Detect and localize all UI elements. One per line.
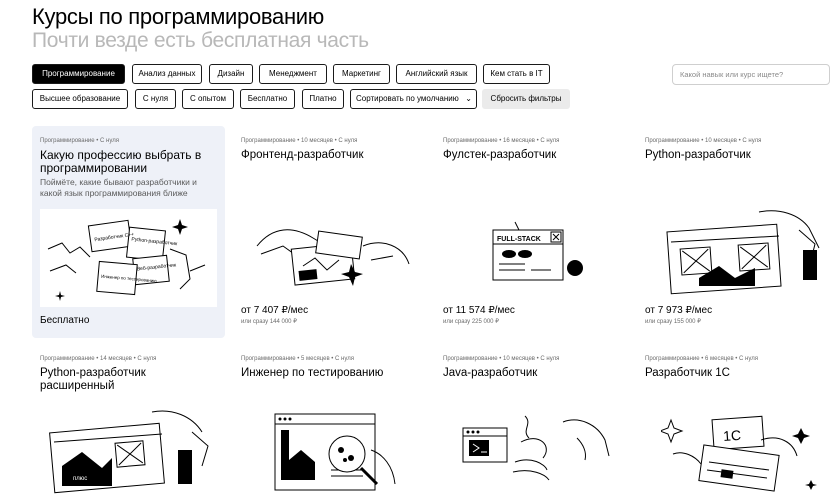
course-price: от 7 407 ₽/мес <box>241 305 309 316</box>
course-card-frontend[interactable]: Программирование • 10 месяцев • С нуля Ф… <box>233 126 426 338</box>
course-price: от 7 973 ₽/мес <box>645 305 713 316</box>
course-card-java[interactable]: Программирование • 10 месяцев • С нуля J… <box>435 344 628 494</box>
course-title: Python-разработчик расширенный <box>40 367 146 392</box>
course-title: Разработчик 1С <box>645 367 730 379</box>
filter-chip-programming[interactable]: Программирование <box>32 64 125 84</box>
filter-chip-paid[interactable]: Платно <box>302 89 344 109</box>
hands-with-screen-illustration <box>659 208 825 300</box>
hands-with-notes-illustration: Разработчик C++ Python-разработчик Веб-р… <box>40 209 217 307</box>
course-price: от 11 574 ₽/мес <box>443 305 515 316</box>
filter-chip-experienced[interactable]: С опытом <box>182 89 234 109</box>
one-c-illustration: 1C <box>658 410 821 494</box>
magnifier-bug-illustration <box>271 410 401 494</box>
fullstack-label: FULL-STACK <box>497 236 541 243</box>
course-card-qa-engineer[interactable]: Программирование • 5 месяцев • С нуля Ин… <box>233 344 426 494</box>
course-price-full: или сразу 144 000 ₽ <box>241 319 298 325</box>
course-meta: Программирование • 5 месяцев • С нуля <box>241 356 354 362</box>
chevron-down-icon: ⌄ <box>465 94 472 103</box>
filter-chip-management[interactable]: Менеджмент <box>259 64 327 84</box>
page-subtitle: Почти везде есть бесплатная часть <box>32 29 369 52</box>
one-c-label: 1C <box>723 427 742 444</box>
hands-with-cards-illustration <box>253 216 413 296</box>
course-card-python[interactable]: Программирование • 10 месяцев • С нуля P… <box>637 126 830 338</box>
course-title: Инженер по тестированию <box>241 367 384 379</box>
sort-dropdown-label: Сортировать по умолчанию <box>356 94 459 103</box>
reset-filters-button[interactable]: Сбросить фильтры <box>482 89 570 109</box>
course-meta: Программирование • С нуля <box>40 138 119 144</box>
fullstack-window-illustration: FULL-STACK <box>485 218 585 290</box>
filter-chip-career-it[interactable]: Кем стать в IT <box>483 64 550 84</box>
course-card-1c[interactable]: Программирование • 6 месяцев • С нуля Ра… <box>637 344 830 494</box>
page-title: Курсы по программированию <box>32 4 324 29</box>
sort-dropdown[interactable]: Сортировать по умолчанию ⌄ <box>350 89 477 109</box>
course-meta: Программирование • 14 месяцев • С нуля <box>40 356 157 362</box>
course-meta: Программирование • 10 месяцев • С нуля <box>443 356 560 362</box>
course-title: Какую профессию выбрать в программирован… <box>40 148 202 175</box>
course-meta: Программирование • 16 месяцев • С нуля <box>443 138 560 144</box>
course-title: Фулстек-разработчик <box>443 149 557 161</box>
course-card-choose-profession[interactable]: Программирование • С нуля Какую професси… <box>32 126 225 338</box>
course-price-free: Бесплатно <box>40 315 90 326</box>
java-coffee-illustration <box>459 412 619 494</box>
course-card-python-extended[interactable]: Программирование • 14 месяцев • С нуля P… <box>32 344 225 494</box>
search-input[interactable] <box>672 64 830 85</box>
filter-chip-from-scratch[interactable]: С нуля <box>135 89 176 109</box>
plus-badge: плюс <box>68 474 93 484</box>
filter-chip-design[interactable]: Дизайн <box>209 64 253 84</box>
course-price-full: или сразу 225 000 ₽ <box>443 319 500 325</box>
filter-chip-english[interactable]: Английский язык <box>396 64 477 84</box>
course-meta: Программирование • 6 месяцев • С нуля <box>645 356 758 362</box>
filter-chip-data-analysis[interactable]: Анализ данных <box>132 64 202 84</box>
course-description: Поймёте, какие бывают разработчики и как… <box>40 177 197 198</box>
filter-chip-free[interactable]: Бесплатно <box>240 89 295 109</box>
course-meta: Программирование • 10 месяцев • С нуля <box>241 138 358 144</box>
course-title: Java-разработчик <box>443 367 538 379</box>
course-title: Фронтенд-разработчик <box>241 149 364 161</box>
filter-chip-marketing[interactable]: Маркетинг <box>333 64 390 84</box>
course-price-full: или сразу 155 000 ₽ <box>645 319 702 325</box>
course-meta: Программирование • 10 месяцев • С нуля <box>645 138 762 144</box>
course-title: Python-разработчик <box>645 149 751 161</box>
course-card-fullstack[interactable]: Программирование • 16 месяцев • С нуля Ф… <box>435 126 628 338</box>
filter-chip-higher-education[interactable]: Высшее образование <box>32 89 128 109</box>
